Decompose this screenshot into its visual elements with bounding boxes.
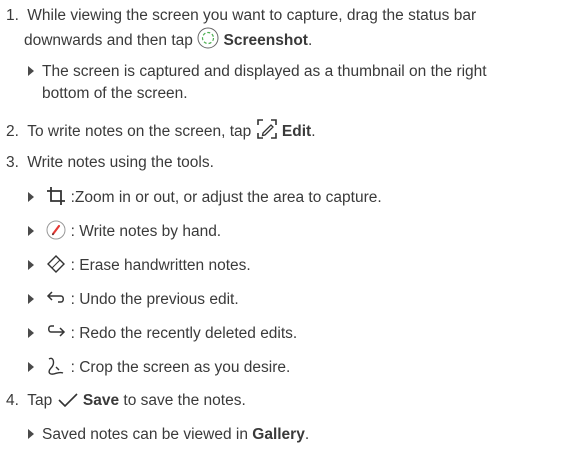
edit-icon [256, 118, 278, 140]
step-1-line-1: 1. While viewing the screen you want to … [6, 5, 476, 27]
bullet-arrow-icon [28, 294, 34, 304]
step-1-bullet-line-1: The screen is captured and displayed as … [28, 61, 487, 83]
tool-row-lasso-crop: : Crop the screen as you desire. [28, 356, 290, 379]
step-1-bullet-text-1: The screen is captured and displayed as … [42, 63, 487, 80]
tool-row-redo: : Redo the recently deleted edits. [28, 322, 297, 345]
tool-crop-text: :Zoom in or out, or adjust the area to c… [70, 189, 382, 206]
step-4-text-b: to save the notes. [123, 392, 246, 409]
bullet-arrow-icon [28, 260, 34, 270]
step-4-number: 4. [6, 392, 19, 409]
step-3-line: 3. Write notes using the tools. [6, 152, 214, 174]
tool-lasso-text: : Crop the screen as you desire. [70, 359, 291, 376]
tool-eraser-text: : Erase handwritten notes. [70, 257, 251, 274]
step-4-bullet-line: Saved notes can be viewed in Gallery. [28, 424, 309, 446]
step-1-bullet-line-2: bottom of the screen. [42, 83, 188, 105]
step-2-period: . [311, 123, 316, 140]
save-label: Save [82, 392, 120, 409]
instructions-document: 1. While viewing the screen you want to … [0, 0, 587, 467]
bullet-arrow-icon [28, 66, 34, 76]
bullet-arrow-icon [28, 429, 34, 439]
tool-row-pen: : Write notes by hand. [28, 220, 221, 243]
step-4-text-a: Tap [27, 392, 53, 409]
bullet-arrow-icon [28, 328, 34, 338]
undo-icon [46, 288, 66, 308]
step-1-period: . [307, 32, 313, 49]
screenshot-icon [197, 27, 219, 49]
bullet-arrow-icon [28, 362, 34, 372]
tool-redo-text: : Redo the recently deleted edits. [70, 325, 298, 342]
tool-row-undo: : Undo the previous edit. [28, 288, 239, 311]
step-1-text-2: downwards and then tap [24, 32, 193, 49]
gallery-label: Gallery [252, 426, 305, 443]
step-3-text: Write notes using the tools. [27, 154, 214, 171]
tool-pen-text: : Write notes by hand. [70, 223, 222, 240]
lasso-crop-icon [46, 356, 66, 376]
step-4-bullet-text: Saved notes can be viewed in [42, 426, 248, 443]
tool-row-eraser: : Erase handwritten notes. [28, 254, 251, 277]
redo-icon [46, 322, 66, 342]
step-1-text-1: While viewing the screen you want to cap… [27, 7, 477, 24]
step-2-line: 2. To write notes on the screen, tap Edi… [6, 118, 316, 143]
crop-icon [46, 186, 66, 206]
eraser-icon [46, 254, 66, 274]
screenshot-label: Screenshot [223, 32, 308, 49]
step-2-text: To write notes on the screen, tap [27, 123, 252, 140]
pen-icon [46, 220, 66, 240]
bullet-arrow-icon [28, 226, 34, 236]
step-3-number: 3. [6, 154, 19, 171]
checkmark-icon [57, 391, 79, 409]
step-1-line-2: downwards and then tap Screenshot. [24, 27, 312, 52]
step-1-number: 1. [6, 7, 19, 24]
step-1-bullet-text-2: bottom of the screen. [42, 85, 188, 102]
step-4-line: 4. Tap Save to save the notes. [6, 390, 246, 412]
bullet-arrow-icon [28, 192, 34, 202]
step-4-bullet-period: . [304, 426, 310, 443]
tool-undo-text: : Undo the previous edit. [70, 291, 239, 308]
edit-label: Edit [281, 123, 312, 140]
tool-row-crop: :Zoom in or out, or adjust the area to c… [28, 186, 382, 209]
step-2-number: 2. [6, 123, 19, 140]
